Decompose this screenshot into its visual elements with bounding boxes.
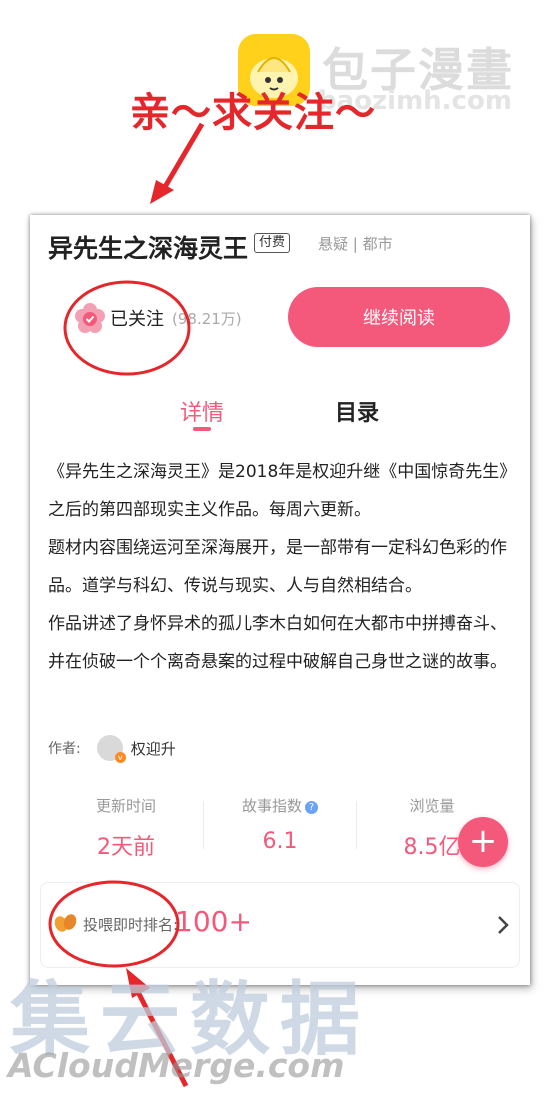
tab-detail[interactable]: 详情 (180, 395, 224, 427)
stat-value: 6.1 (262, 829, 298, 854)
tab-toc[interactable]: 目录 (335, 395, 379, 427)
description-paragraph: 题材内容围绕运河至深海展开，是一部带有一定科幻色彩的作品。道学与科幻、传说与现实… (48, 538, 507, 596)
author-avatar[interactable]: v (96, 735, 126, 763)
author-label: 作者: (48, 741, 81, 757)
author-row: 作者: v 权迎升 (48, 733, 176, 763)
stat-label: 故事指数 (241, 797, 302, 815)
description-paragraph: 作品讲述了身怀异术的孤儿李木白如何在大都市中拼搏奋斗、并在侦破一个个离奇悬案的过… (48, 614, 507, 672)
stat-value: 2天前 (97, 835, 155, 860)
paid-badge: 付费 (254, 233, 291, 253)
stat-update-time: 更新时间 2天前 (46, 795, 206, 861)
annotation-circle-follow (63, 280, 191, 376)
continue-reading-button[interactable]: 继续阅读 (288, 287, 510, 347)
verified-badge-icon: v (114, 752, 126, 763)
stat-label-row: 故事指数? (200, 795, 360, 817)
stat-divider (203, 801, 204, 849)
annotation-arrow-top (150, 122, 205, 204)
author-name[interactable]: 权迎升 (131, 738, 176, 759)
genre-tags[interactable]: 悬疑 | 都市 (318, 233, 393, 254)
stat-label: 更新时间 (95, 797, 156, 815)
comic-description: 《异先生之深海灵王》是2018年是权迎升继《中国惊奇先生》之后的第四部现实主义作… (48, 453, 514, 681)
help-icon[interactable]: ? (305, 801, 318, 814)
stat-divider (356, 801, 357, 849)
stat-story-index: 故事指数? 6.1 (200, 795, 360, 854)
stat-label: 浏览量 (409, 797, 455, 815)
active-tab-indicator (193, 427, 211, 431)
stats-bar: 更新时间 2天前 故事指数? 6.1 浏览量 8.5亿 (30, 795, 530, 865)
rank-value: 100+ (175, 905, 252, 938)
add-button[interactable]: + (458, 817, 508, 867)
description-paragraph: 《异先生之深海灵王》是2018年是权迎升继《中国惊奇先生》之后的第四部现实主义作… (48, 462, 508, 520)
comic-title: 异先生之深海灵王 (48, 234, 249, 263)
chevron-right-icon (498, 916, 509, 934)
watermark-english: ACloudMerge.com (8, 1046, 345, 1085)
